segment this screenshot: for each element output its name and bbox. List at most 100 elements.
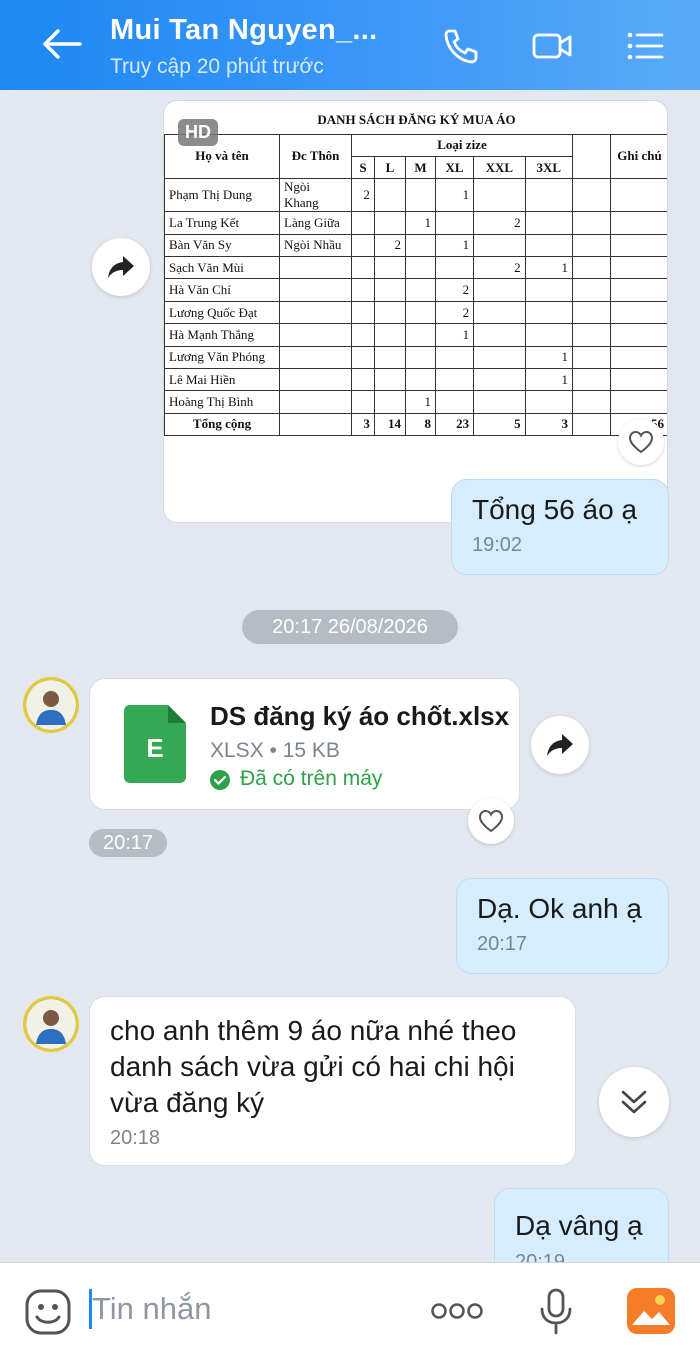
sheet-cell-xxl [473, 368, 526, 392]
message-input-bar: Tin nhắn [0, 1262, 700, 1357]
heart-icon [478, 809, 504, 833]
back-arrow-icon[interactable] [40, 24, 84, 64]
sheet-cell-name: Hà Mạnh Thắng [164, 323, 280, 347]
sheet-cell-3xl: 1 [524, 368, 574, 392]
sheet-cell-s [351, 233, 375, 258]
sheet-cell-village: Ngòi Nhầu [279, 233, 352, 258]
emoji-icon[interactable] [24, 1288, 72, 1336]
sheet-cell-xxl: 2 [473, 256, 526, 280]
total-cell [279, 412, 352, 437]
sheet-cell-village [279, 368, 352, 392]
col-header-note: Ghi chú [610, 133, 667, 180]
sender-avatar[interactable] [23, 996, 79, 1052]
sheet-cell-xxl: 2 [473, 211, 526, 235]
microphone-icon[interactable] [536, 1287, 576, 1337]
sheet-cell-s: 2 [351, 178, 375, 213]
total-cell: 8 [404, 412, 436, 437]
sheet-cell-name: Bàn Văn Sy [164, 233, 280, 258]
sheet-cell-m [404, 233, 436, 258]
sheet-title: DANH SÁCH ĐĂNG KÝ MUA ÁO [164, 106, 667, 135]
sheet-cell-m [404, 178, 436, 213]
message-input[interactable]: Tin nhắn [92, 1291, 212, 1327]
sender-avatar[interactable] [23, 677, 79, 733]
double-chevron-down-icon [621, 1090, 647, 1114]
outgoing-message[interactable]: Dạ. Ok anh ạ 20:17 [456, 878, 669, 974]
outgoing-message[interactable]: Dạ vâng ạ 20:19 [494, 1188, 669, 1262]
sheet-cell-xl [434, 345, 475, 370]
total-cell: 23 [434, 412, 475, 437]
sheet-cell-note [610, 323, 667, 347]
sheet-cell-note [610, 178, 667, 213]
forward-arrow-icon [108, 256, 134, 278]
sheet-cell-s [351, 390, 375, 414]
avatar-image [26, 680, 76, 730]
sheet-row: Sạch Văn Mùi 2 1 [164, 256, 667, 280]
sheet-cell-m [404, 300, 436, 325]
forward-arrow-icon [547, 734, 573, 756]
incoming-message[interactable]: cho anh thêm 9 áo nữa nhé theo danh sách… [89, 996, 576, 1166]
sheet-cell-3xl: 1 [524, 345, 574, 370]
sheet-cell-s [351, 368, 375, 392]
sheet-cell-xl: 2 [434, 278, 475, 302]
scroll-to-bottom-button[interactable] [599, 1067, 669, 1137]
forward-image-button[interactable] [92, 238, 150, 296]
total-cell: 14 [373, 412, 406, 437]
contact-name[interactable]: Mui Tan Nguyen_... [110, 14, 378, 47]
sheet-cell-empty [572, 368, 611, 392]
file-message[interactable]: E DS đăng ký áo chốt.xlsx XLSX • 15 KB Đ… [89, 678, 520, 810]
chat-area[interactable]: DANH SÁCH ĐĂNG KÝ MUA ÁO Họ và tên Đc Th… [0, 90, 700, 1262]
sheet-cell-note [610, 390, 667, 414]
message-time: 19:02 [472, 534, 523, 556]
sheet-cell-m: 1 [404, 390, 436, 414]
total-cell: 5 [473, 412, 526, 437]
sheet-cell-xxl [473, 278, 526, 302]
sheet-cell-s [351, 256, 375, 280]
sheet-row: Hoàng Thị Bình 1 [164, 390, 667, 414]
sheet-cell-xl: 2 [434, 300, 475, 325]
sheet-cell-note [610, 300, 667, 325]
total-label: Tổng cộng [164, 412, 280, 437]
sheet-cell-l [373, 345, 406, 370]
sheet-cell-s [351, 211, 375, 235]
sheet-cell-empty [572, 211, 611, 235]
sheet-cell-m [404, 323, 436, 347]
menu-list-icon[interactable] [624, 26, 666, 66]
phone-call-icon[interactable] [440, 26, 482, 66]
react-heart-button[interactable] [618, 419, 664, 465]
sheet-cell-s [351, 300, 375, 325]
sheet-cell-l [373, 300, 406, 325]
sheet-cell-xxl [473, 233, 526, 258]
file-download-status: Đã có trên máy [240, 767, 383, 790]
sheet-cell-village [279, 300, 352, 325]
sheet-cell-m [404, 278, 436, 302]
image-message[interactable]: DANH SÁCH ĐĂNG KÝ MUA ÁO Họ và tên Đc Th… [163, 100, 668, 523]
sheet-cell-m [404, 345, 436, 370]
sheet-cell-xl [434, 211, 475, 235]
outgoing-message[interactable]: Tổng 56 áo ạ 19:02 [451, 479, 669, 575]
sheet-cell-m [404, 256, 436, 280]
gallery-icon[interactable] [626, 1287, 676, 1335]
sheet-total-row: Tổng cộng 3 14 8 23 5 3 56 [164, 412, 667, 437]
sheet-cell-s [351, 323, 375, 347]
chat-header: Mui Tan Nguyen_... Truy cập 20 phút trướ… [0, 0, 700, 90]
sheet-cell-village [279, 345, 352, 370]
video-call-icon[interactable] [531, 26, 573, 66]
forward-file-button[interactable] [531, 716, 589, 774]
sheet-row: Hà Văn Chí 2 [164, 278, 667, 302]
message-text: Tổng 56 áo ạ [472, 494, 638, 525]
sheet-cell-village [279, 323, 352, 347]
sheet-row: Bàn Văn Sy Ngòi Nhầu 2 1 [164, 233, 667, 258]
sheet-cell-note [610, 345, 667, 370]
sheet-row: La Trung Kết Làng Giữa 1 2 [164, 211, 667, 235]
size-header: XL [434, 155, 475, 180]
sheet-cell-village: Ngòi Khang [279, 178, 352, 213]
react-heart-button[interactable] [468, 798, 514, 844]
sheet-cell-xl: 1 [434, 233, 475, 258]
check-circle-icon [210, 770, 230, 790]
sheet-cell-l: 2 [373, 233, 406, 258]
more-options-icon[interactable] [430, 1301, 484, 1321]
sheet-cell-3xl [524, 178, 574, 213]
sheet-cell-name: Phạm Thị Dung [164, 178, 280, 213]
sheet-cell-l [373, 211, 406, 235]
sheet-row: Hà Mạnh Thắng 1 [164, 323, 667, 347]
